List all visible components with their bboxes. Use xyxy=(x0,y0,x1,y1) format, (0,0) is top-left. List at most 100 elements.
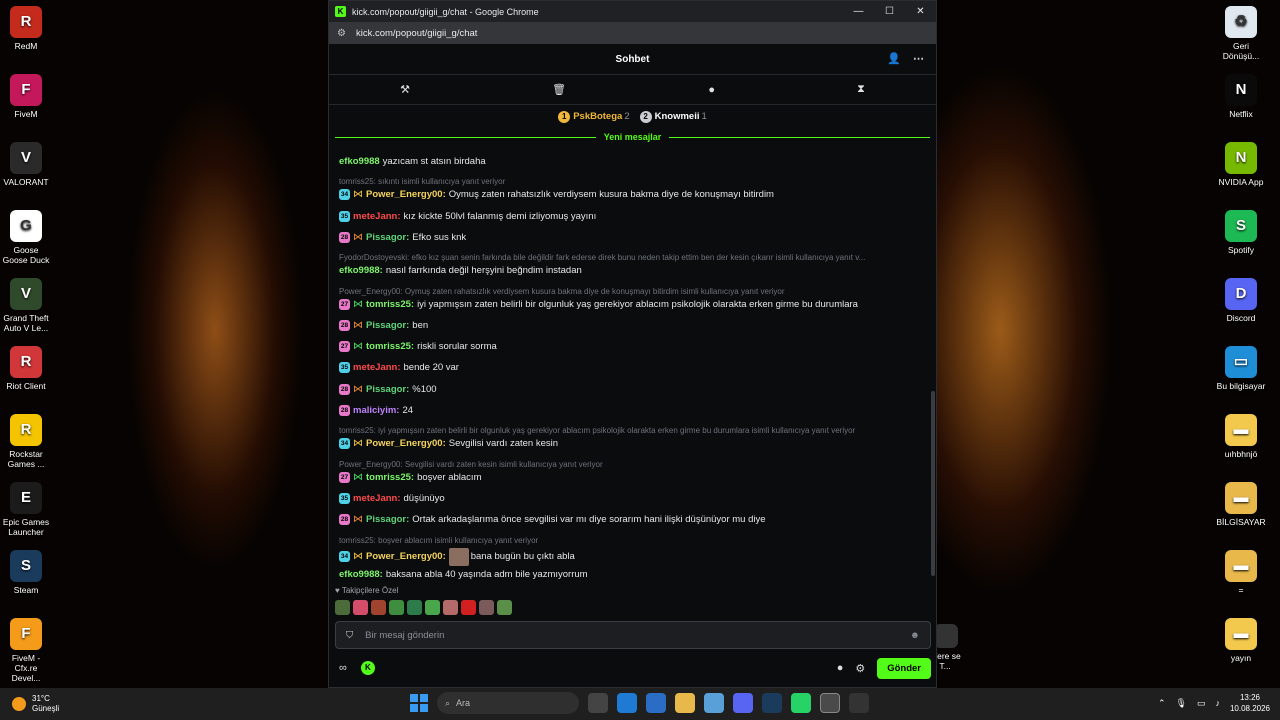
butterfly-badge-icon[interactable]: ⋈ xyxy=(353,438,363,449)
chevron-up-icon[interactable]: ⌃ xyxy=(1158,698,1166,709)
reply-context[interactable]: tomriss25: iyi yapmışsın zaten belirli b… xyxy=(339,426,921,435)
subscriber-badge[interactable]: 28 xyxy=(339,405,350,416)
chat-username[interactable]: meteJann: xyxy=(353,211,401,222)
emote[interactable] xyxy=(425,600,440,615)
desktop-icon[interactable]: ▭ Bu bilgisayar xyxy=(1215,346,1267,391)
desktop-icon[interactable]: F FiveM - Cfx.re Devel... xyxy=(0,618,52,683)
emote[interactable] xyxy=(389,600,404,615)
desktop-icon[interactable]: E Epic Games Launcher xyxy=(0,482,52,537)
reply-context[interactable]: tomriss25: sıkıntı isimli kullanıcıya ya… xyxy=(339,177,921,186)
reply-context[interactable]: Power_Energy00: Oymuş zaten rahatsızlık … xyxy=(339,287,921,296)
volume-icon[interactable]: ♪ xyxy=(1215,698,1220,708)
desktop-icon[interactable]: G Goose Goose Duck xyxy=(0,210,52,265)
store-icon[interactable] xyxy=(646,693,666,713)
butterfly-badge-icon[interactable]: ⋈ xyxy=(353,299,363,310)
butterfly-badge-icon[interactable]: ⋈ xyxy=(353,514,363,525)
steam-icon[interactable] xyxy=(762,693,782,713)
file-explorer-icon[interactable] xyxy=(675,693,695,713)
taskbar-search[interactable]: ⌕ Ara xyxy=(437,692,579,714)
network-icon[interactable]: ▭ xyxy=(1197,698,1206,709)
desktop-icon[interactable]: N NVIDIA App xyxy=(1215,142,1267,187)
weather-widget[interactable]: 31°C Güneşli xyxy=(12,694,132,714)
send-button[interactable]: Gönder xyxy=(877,657,931,679)
chat-username[interactable]: tomriss25: xyxy=(366,341,414,352)
gear-icon[interactable]: ⚙ xyxy=(855,662,865,675)
chat-username[interactable]: Pissagor: xyxy=(366,384,409,395)
emoji-icon[interactable]: ☻ xyxy=(910,630,920,641)
site-info-icon[interactable]: ⚙ xyxy=(337,28,346,39)
subscriber-badge[interactable]: 35 xyxy=(339,362,350,374)
subscriber-badge[interactable]: 35 xyxy=(339,210,350,222)
butterfly-badge-icon[interactable]: ⋈ xyxy=(353,232,363,243)
butterfly-badge-icon[interactable]: ⋈ xyxy=(353,341,363,352)
desktop-icon[interactable]: V Grand Theft Auto V Le... xyxy=(0,278,52,333)
task-view-icon[interactable] xyxy=(588,693,608,713)
chat-username[interactable]: Power_Energy00: xyxy=(366,438,446,449)
desktop-icon[interactable]: R Rockstar Games ... xyxy=(0,414,52,469)
windows-start-icon[interactable] xyxy=(410,694,428,712)
emote[interactable] xyxy=(461,600,476,615)
chat-username[interactable]: Power_Energy00: xyxy=(366,189,446,200)
emote[interactable] xyxy=(335,600,350,615)
desktop-icon[interactable]: ▬ uıhbhnjö xyxy=(1215,414,1267,459)
chat-username[interactable]: tomriss25: xyxy=(366,299,414,310)
maximize-icon[interactable]: ☐ xyxy=(874,6,905,17)
chat-username[interactable]: efko9988: xyxy=(339,265,383,276)
emote[interactable] xyxy=(443,600,458,615)
edge-icon[interactable] xyxy=(617,693,637,713)
chat-username[interactable]: tomriss25: xyxy=(366,472,414,483)
message-input[interactable]: ⛉ Bir mesaj gönderin ☻ xyxy=(335,621,931,649)
chat-username[interactable]: meteJann: xyxy=(353,362,401,373)
desktop-icon[interactable]: ▬ = xyxy=(1215,550,1267,595)
reply-context[interactable]: FyodorDostoyevski: efko kız şuan senin f… xyxy=(339,253,921,262)
leaderboard-entry[interactable]: 1 PskBotega 2 xyxy=(558,111,630,123)
microphone-icon[interactable]: 🎙 xyxy=(1176,698,1187,709)
close-icon[interactable]: ✕ xyxy=(905,6,936,17)
subscriber-badge[interactable]: 28 xyxy=(339,231,350,243)
chrome-icon[interactable] xyxy=(820,693,840,713)
subscriber-badge[interactable]: 28 xyxy=(339,514,350,526)
desktop-icon[interactable]: F FiveM xyxy=(0,74,52,119)
desktop-icon[interactable]: ▬ BİLGİSAYAR xyxy=(1215,482,1267,527)
subscriber-badge[interactable]: 28 xyxy=(339,319,350,331)
minimize-icon[interactable]: — xyxy=(843,6,874,17)
desktop-icon[interactable]: V VALORANT xyxy=(0,142,52,187)
chat-username[interactable]: Pissagor: xyxy=(366,320,409,331)
emote[interactable] xyxy=(479,600,494,615)
hammer-icon[interactable]: ⚒ xyxy=(400,83,410,96)
subscriber-badge[interactable]: 34 xyxy=(339,438,350,450)
desktop-icon[interactable]: ▬ yayın xyxy=(1215,618,1267,663)
butterfly-badge-icon[interactable]: ⋈ xyxy=(353,320,363,331)
subscriber-badge[interactable]: 28 xyxy=(339,383,350,395)
subscriber-badge[interactable]: 35 xyxy=(339,492,350,504)
chat-username[interactable]: efko9988 xyxy=(339,156,380,167)
desktop-icon[interactable]: S Steam xyxy=(0,550,52,595)
infinity-icon[interactable]: ∞ xyxy=(339,662,347,674)
chat-username[interactable]: Power_Energy00: xyxy=(366,551,446,562)
reply-context[interactable]: Power_Energy00: Sevgilisi vardı zaten ke… xyxy=(339,460,921,469)
emote[interactable] xyxy=(497,600,512,615)
user-settings-icon[interactable]: 👤 xyxy=(887,52,901,65)
discord-icon[interactable] xyxy=(733,693,753,713)
chat-scrollbar[interactable] xyxy=(931,391,935,576)
desktop-icon[interactable]: R Riot Client xyxy=(0,346,52,391)
leaderboard-entry[interactable]: 2 Knowmeii 1 xyxy=(639,111,707,123)
chat-username[interactable]: Pissagor: xyxy=(366,232,409,243)
address-bar[interactable]: ⚙ kick.com/popout/giigii_g/chat xyxy=(329,22,936,44)
message-input-placeholder[interactable]: Bir mesaj gönderin xyxy=(365,630,910,641)
desktop-icon[interactable]: S Spotify xyxy=(1215,210,1267,255)
url-text[interactable]: kick.com/popout/giigii_g/chat xyxy=(356,28,477,39)
emote[interactable] xyxy=(407,600,422,615)
hourglass-icon[interactable]: ⧗ xyxy=(857,83,865,96)
butterfly-badge-icon[interactable]: ⋈ xyxy=(353,189,363,200)
desktop-icon[interactable]: R RedM xyxy=(0,6,52,51)
emote[interactable] xyxy=(371,600,386,615)
butterfly-badge-icon[interactable]: ⋈ xyxy=(353,472,363,483)
chat-bubble-icon[interactable]: ● xyxy=(837,662,844,674)
kick-points-icon[interactable]: K xyxy=(360,661,375,675)
desktop-icon[interactable]: D Discord xyxy=(1215,278,1267,323)
whatsapp-icon[interactable] xyxy=(791,693,811,713)
desktop-icon[interactable]: ♻ Geri Dönüşü... xyxy=(1215,6,1267,61)
trash-icon[interactable]: 🗑 xyxy=(552,83,566,96)
app-icon[interactable] xyxy=(704,693,724,713)
